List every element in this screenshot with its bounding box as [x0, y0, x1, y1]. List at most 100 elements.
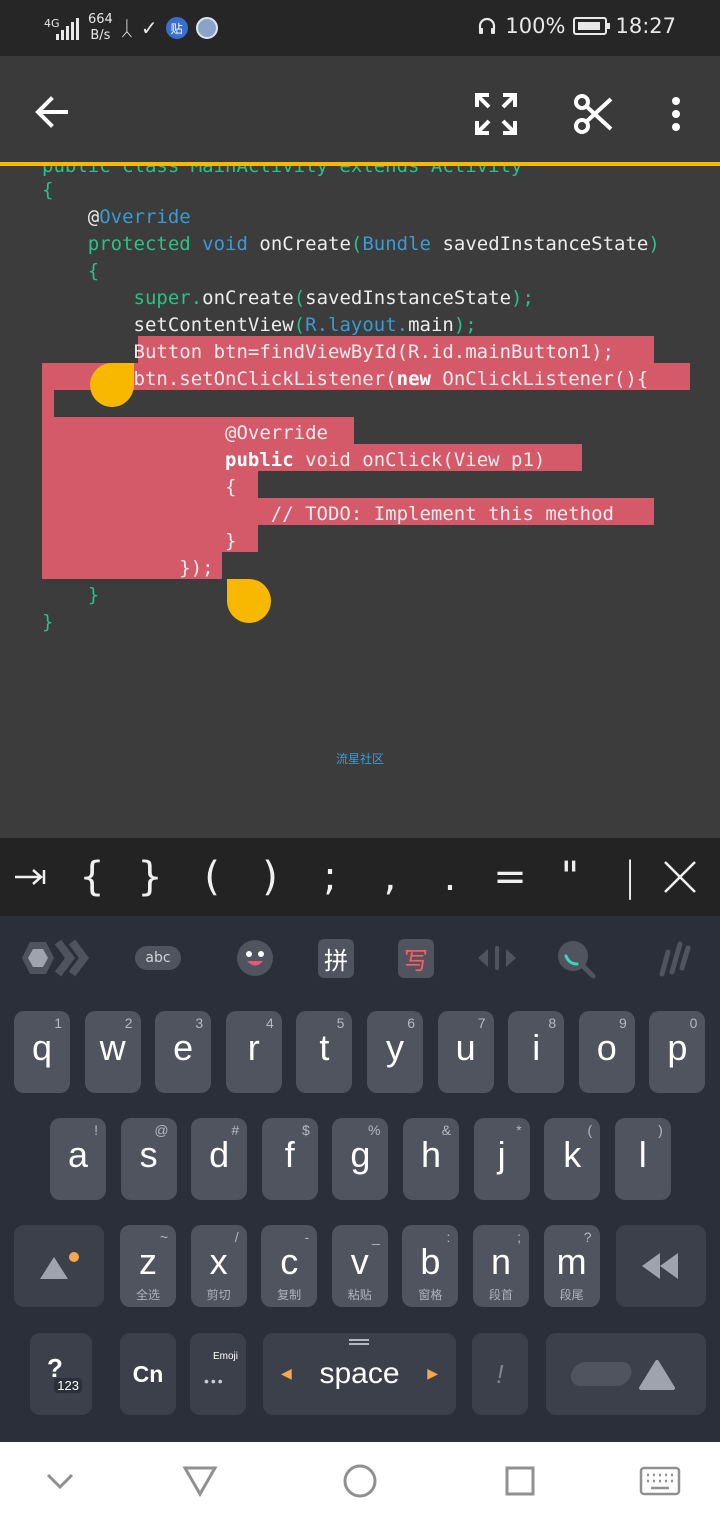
home-nav-button[interactable] — [320, 1442, 400, 1520]
key-n[interactable]: n; 段首 — [473, 1225, 529, 1307]
tab-key[interactable] — [8, 838, 52, 916]
key-y[interactable]: y6 — [367, 1011, 423, 1093]
hide-nav-button[interactable] — [20, 1442, 100, 1520]
code-line: } — [87, 584, 100, 606]
key-label: a — [67, 1134, 89, 1175]
exclamation-key[interactable]: ! — [472, 1333, 528, 1415]
app-notification-icon — [195, 17, 218, 39]
code-line: super.onCreate(savedInstanceState); — [133, 287, 534, 309]
more-vertical-icon — [672, 97, 680, 131]
circle-home-icon — [343, 1464, 377, 1498]
pinyin-input-button[interactable]: 拼 — [314, 936, 358, 980]
code-line: { — [87, 260, 100, 282]
handwriting-input-button[interactable]: 写 — [394, 936, 438, 980]
key-r[interactable]: r4 — [225, 1011, 282, 1093]
key-label: d — [209, 1134, 230, 1175]
expand-icon — [475, 93, 517, 135]
key-hint: ? — [583, 1229, 592, 1245]
back-nav-button[interactable] — [160, 1442, 240, 1520]
code-line: // TODO: Implement this method — [270, 503, 614, 525]
key-hint: * — [516, 1122, 522, 1138]
key-j[interactable]: j * — [473, 1118, 530, 1200]
recents-nav-button[interactable] — [480, 1442, 560, 1520]
key-w[interactable]: w2 — [84, 1011, 141, 1093]
key-c[interactable]: c - 复制 — [261, 1225, 318, 1307]
key-sub-label: 段首 — [488, 1288, 513, 1302]
symbol-key-left-paren[interactable]: ( — [184, 838, 240, 916]
code-editor[interactable]: public class MainActivity extends Activi… — [0, 166, 720, 836]
back-button[interactable] — [26, 86, 78, 138]
key-e[interactable]: e3 — [155, 1011, 212, 1093]
key-hint: 6 — [407, 1015, 415, 1031]
symbol-key-quote[interactable]: " — [542, 838, 598, 916]
key-sub-label: 全选 — [135, 1288, 160, 1302]
cn-en-switch-key[interactable]: Cn — [120, 1333, 176, 1415]
triangle-back-icon — [182, 1466, 218, 1497]
emoji-key[interactable]: Emoji ••• — [190, 1333, 246, 1415]
symbol-key-semicolon[interactable]: ; — [302, 838, 358, 916]
symbol-key-pipe[interactable]: | — [602, 838, 658, 916]
key-a[interactable]: a! — [50, 1118, 106, 1200]
key-g[interactable]: g% — [332, 1118, 389, 1200]
key-h[interactable]: h & — [403, 1118, 459, 1200]
key-o[interactable]: o9 — [578, 1011, 635, 1093]
symbol-key-right-brace[interactable]: } — [122, 838, 178, 916]
key-hint: % — [367, 1122, 381, 1138]
key-hint: 9 — [619, 1015, 627, 1031]
key-label: f — [284, 1134, 295, 1175]
key-hint: ; — [517, 1229, 521, 1245]
keyboard-menu-button[interactable] — [14, 936, 96, 980]
code-line: protected void onCreate(Bundle savedInst… — [87, 233, 660, 255]
key-s[interactable]: s @ — [120, 1118, 177, 1200]
key-l[interactable]: l) — [614, 1118, 671, 1200]
code-line: { — [225, 476, 237, 498]
emoji-face-button[interactable] — [232, 936, 278, 980]
key-m[interactable]: m? 段尾 — [543, 1225, 600, 1307]
key-hint: & — [441, 1122, 451, 1138]
selection-end-handle[interactable] — [227, 579, 271, 623]
key-p[interactable]: p0 — [649, 1011, 706, 1093]
more-options-button[interactable] — [656, 86, 696, 142]
hexagon-chevrons-icon — [22, 939, 89, 977]
fullscreen-button[interactable] — [468, 86, 524, 142]
symbol-key-equals[interactable]: = — [482, 838, 538, 916]
close-symbol-bar-button[interactable] — [652, 838, 708, 916]
key-t[interactable]: t5 — [296, 1011, 353, 1093]
key-z[interactable]: z ~ 全选 — [120, 1225, 176, 1307]
key-hint: ( — [587, 1122, 593, 1138]
key-v[interactable]: v _ 粘贴 — [331, 1225, 388, 1307]
code-line: Button btn=findViewById(R.id.mainButton1… — [133, 341, 614, 363]
symbol-key-comma[interactable]: , — [362, 838, 418, 916]
keyboard-switch-button[interactable] — [620, 1442, 700, 1520]
abc-layout-button[interactable]: abc — [130, 936, 186, 980]
cursor-move-button[interactable] — [472, 936, 522, 980]
backspace-key[interactable] — [616, 1225, 706, 1307]
key-q[interactable]: q1 — [14, 1011, 70, 1093]
key-label: e — [173, 1027, 194, 1068]
key-u[interactable]: u7 — [437, 1011, 494, 1093]
network-speed: 664 B/s — [88, 12, 113, 43]
key-label: j — [497, 1134, 506, 1175]
key-k[interactable]: k( — [544, 1118, 601, 1200]
swipe-input-button[interactable] — [652, 936, 696, 980]
space-key[interactable]: ◀ space ▶ — [263, 1333, 456, 1415]
watermark: 流星社区 — [335, 752, 384, 766]
key-d[interactable]: d # — [191, 1118, 248, 1200]
status-bar: 4G 664 B/s ᛸ ✓ 贴 100% 18:27 — [0, 0, 720, 56]
cut-button[interactable] — [566, 86, 622, 142]
symbol-key-left-brace[interactable]: { — [64, 838, 120, 916]
symbol-key-period[interactable]: . — [422, 838, 478, 916]
key-f[interactable]: f $ — [261, 1118, 318, 1200]
symbol-key-right-paren[interactable]: ) — [242, 838, 298, 916]
key-i[interactable]: i8 — [508, 1011, 565, 1093]
keyboard-icon — [639, 1466, 681, 1496]
key-b[interactable]: b: 窗格 — [402, 1225, 459, 1307]
enter-key[interactable] — [546, 1333, 706, 1415]
search-button[interactable] — [550, 936, 600, 980]
shift-key[interactable] — [14, 1225, 104, 1307]
tab-icon — [15, 869, 46, 885]
selection-start-handle[interactable] — [90, 363, 134, 407]
key-x[interactable]: x / 剪切 — [190, 1225, 247, 1307]
code-line: } — [225, 530, 237, 552]
numbers-key[interactable]: ? 123 — [30, 1333, 92, 1415]
